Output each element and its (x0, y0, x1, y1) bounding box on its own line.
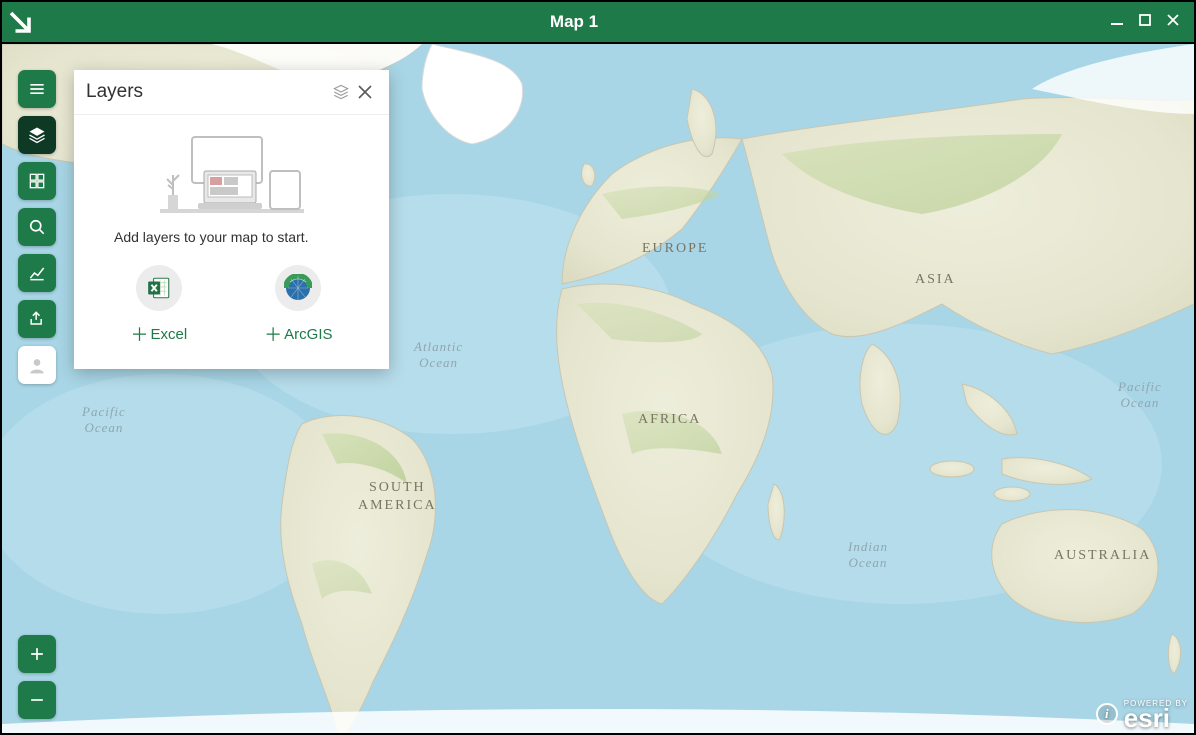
minimize-button[interactable] (1110, 13, 1124, 32)
minus-icon (27, 690, 47, 710)
attribution: i POWERED BY esri (1096, 699, 1188, 729)
expand-button[interactable] (2, 2, 38, 42)
add-from-excel-button[interactable]: ＋Excel (130, 265, 187, 347)
menu-button[interactable] (18, 70, 56, 108)
layers-empty-message: Add layers to your map to start. (74, 229, 389, 255)
profile-button[interactable] (18, 346, 56, 384)
window-title: Map 1 (38, 12, 1110, 32)
tool-rail (18, 70, 56, 384)
layers-empty-illustration (74, 115, 389, 229)
attribution-info-button[interactable]: i (1096, 703, 1118, 725)
add-arcgis-label: ＋ArcGIS (264, 321, 332, 347)
menu-icon (27, 79, 47, 99)
zoom-out-button[interactable] (18, 681, 56, 719)
search-button[interactable] (18, 208, 56, 246)
add-excel-label: ＋Excel (130, 321, 187, 347)
plus-icon (27, 644, 47, 664)
close-button[interactable] (1166, 13, 1180, 32)
chart-icon (27, 263, 47, 283)
infographics-button[interactable] (18, 254, 56, 292)
layers-options-button[interactable] (329, 80, 353, 104)
layers-icon (27, 125, 47, 145)
basemap-icon (27, 171, 47, 191)
layers-panel-title: Layers (86, 81, 329, 103)
profile-icon (27, 355, 47, 375)
zoom-controls (18, 635, 56, 719)
layers-add-row: ＋Excel ＋ArcGIS (74, 255, 389, 369)
window-controls (1110, 13, 1194, 32)
arcgis-icon (275, 265, 321, 311)
layers-panel: Layers Add layers (74, 70, 389, 369)
layers-panel-header: Layers (74, 70, 389, 115)
layers-stack-icon (331, 82, 351, 102)
share-icon (27, 309, 47, 329)
maximize-button[interactable] (1138, 13, 1152, 32)
add-from-arcgis-button[interactable]: ＋ArcGIS (264, 265, 332, 347)
esri-logo: esri (1124, 708, 1188, 729)
basemap-button[interactable] (18, 162, 56, 200)
excel-icon (136, 265, 182, 311)
title-bar: Map 1 (2, 2, 1194, 42)
share-button[interactable] (18, 300, 56, 338)
search-icon (27, 217, 47, 237)
layers-button[interactable] (18, 116, 56, 154)
close-icon (357, 84, 373, 100)
layers-close-button[interactable] (353, 80, 377, 104)
zoom-in-button[interactable] (18, 635, 56, 673)
